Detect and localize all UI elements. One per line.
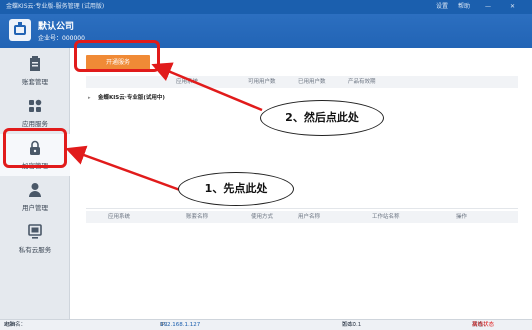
column-header: 应用系统 xyxy=(176,79,199,85)
column-header: 用户名称 xyxy=(298,214,321,220)
window-title: 金蝶KIS云·专业版-服务管理 (试用版) xyxy=(6,3,105,10)
highlight-open-service xyxy=(74,40,160,72)
product-table-header: 应用系统 可用用户数 已用用户数 产品有效期 xyxy=(86,76,518,88)
callout-step-1: 1、先点此处 xyxy=(178,172,294,206)
sidebar-item-label: 用户管理 xyxy=(22,204,48,212)
column-header: 账套名称 xyxy=(186,214,209,220)
main-panel: 开通服务 应用系统 可用用户数 已用用户数 产品有效期 ▸ 金蝶KIS云·专业版… xyxy=(70,48,532,319)
status-value: 离线状态 xyxy=(472,322,495,328)
version: 7.0.0.1 xyxy=(342,322,362,328)
column-header: 可用用户数 xyxy=(248,79,276,85)
company-id-label: 企业号： xyxy=(38,35,63,42)
sidebar-item-users[interactable]: 用户管理 xyxy=(0,176,70,218)
product-name: 金蝶KIS云·专业版(试用中) xyxy=(98,95,165,101)
close-button[interactable]: ✕ xyxy=(510,0,515,14)
sidebar: 账套管理 应用服务 加密管理 用户管理 私有云服务 xyxy=(0,48,70,319)
company-name: 默认公司 xyxy=(38,22,75,32)
section-divider xyxy=(86,208,518,209)
sidebar-item-label: 私有云服务 xyxy=(18,246,52,254)
expand-arrow-icon[interactable]: ▸ xyxy=(88,92,91,104)
callout-step-2: 2、然后点此处 xyxy=(260,100,384,136)
apps-icon xyxy=(29,99,42,112)
minimize-button[interactable]: — xyxy=(485,0,491,14)
column-header: 操作 xyxy=(456,214,468,220)
sidebar-item-label: 应用服务 xyxy=(22,120,48,128)
user-icon xyxy=(29,183,41,197)
help-menu[interactable]: 帮助 xyxy=(458,0,470,14)
company-logo-icon xyxy=(9,19,31,41)
computer-name: ZSH xyxy=(4,322,16,328)
column-header: 应用系统 xyxy=(108,214,131,220)
sidebar-item-ledger[interactable]: 账套管理 xyxy=(0,50,70,92)
settings-menu[interactable]: 设置 xyxy=(436,0,448,14)
column-header: 已用用户数 xyxy=(298,79,326,85)
monitor-icon xyxy=(28,224,42,239)
title-bar: 金蝶KIS云·专业版-服务管理 (试用版) 设置 帮助 — ✕ xyxy=(0,0,532,14)
ip-address: 192.168.1.127 xyxy=(160,322,201,328)
highlight-encryption xyxy=(3,128,67,168)
sidebar-item-label: 账套管理 xyxy=(22,78,48,86)
column-header: 产品有效期 xyxy=(348,79,376,85)
sidebar-item-private-cloud[interactable]: 私有云服务 xyxy=(0,218,70,260)
column-header: 工作站名称 xyxy=(372,214,400,220)
user-table-header: 应用系统 账套名称 使用方式 用户名称 工作站名称 操作 xyxy=(86,211,518,223)
column-header: 使用方式 xyxy=(251,214,274,220)
ledger-icon xyxy=(30,56,40,71)
status-bar: 电脑名： ZSH IP： 192.168.1.127 版本： 7.0.0.1 状态：离… xyxy=(0,319,532,330)
